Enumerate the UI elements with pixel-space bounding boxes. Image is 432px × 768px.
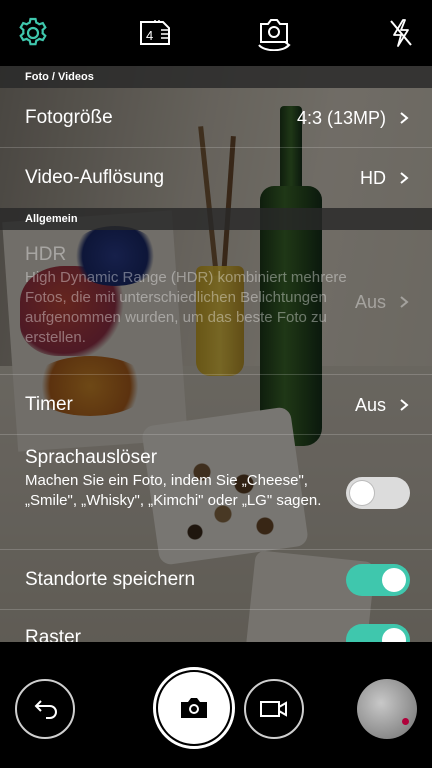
grid-toggle[interactable] <box>346 624 410 642</box>
setting-label: Video-Auflösung <box>25 167 165 188</box>
storage-button[interactable]: 4 <box>135 13 175 53</box>
settings-button[interactable] <box>13 13 53 53</box>
chevron-right-icon <box>400 112 409 124</box>
shutter-inner <box>158 672 230 744</box>
setting-description: Machen Sie ein Foto, indem Sie „Cheese",… <box>25 472 322 509</box>
record-video-button[interactable] <box>244 679 304 739</box>
back-arrow-icon <box>34 700 57 719</box>
setting-value: Aus <box>354 292 386 312</box>
setting-label: Sprachauslöser <box>25 447 158 468</box>
setting-grid[interactable]: Raster <box>0 610 432 642</box>
setting-photo-size[interactable]: Fotogröße 4:3 (13MP) <box>0 88 432 148</box>
setting-value: Aus <box>354 395 386 415</box>
setting-save-location[interactable]: Standorte speichern <box>0 550 432 610</box>
save-location-toggle[interactable] <box>346 564 410 596</box>
setting-voice-shutter[interactable]: Sprachauslöser Machen Sie ein Foto, inde… <box>0 435 432 550</box>
setting-video-resolution[interactable]: Video-Auflösung HD <box>0 148 432 208</box>
storage-badge: 4 <box>146 28 153 43</box>
camera-bottom-bar <box>0 642 432 768</box>
section-header-photo-video: Foto / Videos <box>0 66 432 88</box>
setting-label: HDR <box>25 244 67 265</box>
settings-panel: Foto / Videos Fotogröße 4:3 (13MP) Video… <box>0 66 432 642</box>
storage-card-icon: 4 <box>140 20 170 45</box>
setting-label: Fotogröße <box>25 107 113 128</box>
camera-top-bar: 4 <box>0 0 432 66</box>
chevron-right-icon <box>400 172 409 184</box>
switch-camera-icon <box>258 19 291 51</box>
flash-off-icon <box>390 19 412 47</box>
shutter-button[interactable] <box>153 667 235 749</box>
setting-value: HD <box>360 168 386 188</box>
setting-timer[interactable]: Timer Aus <box>0 375 432 435</box>
flash-button[interactable] <box>381 13 421 53</box>
section-header-general: Allgemein <box>0 208 432 230</box>
switch-camera-button[interactable] <box>254 13 294 53</box>
setting-description: High Dynamic Range (HDR) kombiniert mehr… <box>25 269 347 346</box>
chevron-right-icon <box>400 399 409 411</box>
setting-label: Raster <box>25 627 81 642</box>
chevron-right-icon <box>400 296 409 308</box>
gallery-thumbnail[interactable] <box>357 679 417 739</box>
camera-shutter-icon <box>181 698 207 718</box>
setting-value: 4:3 (13MP) <box>296 108 386 128</box>
gear-icon <box>19 17 47 46</box>
setting-label: Standorte speichern <box>25 569 196 590</box>
setting-hdr[interactable]: HDR High Dynamic Range (HDR) kombiniert … <box>0 230 432 375</box>
back-button[interactable] <box>15 679 75 739</box>
video-camera-icon <box>260 701 287 717</box>
voice-shutter-toggle[interactable] <box>346 477 410 509</box>
setting-label: Timer <box>25 394 73 415</box>
